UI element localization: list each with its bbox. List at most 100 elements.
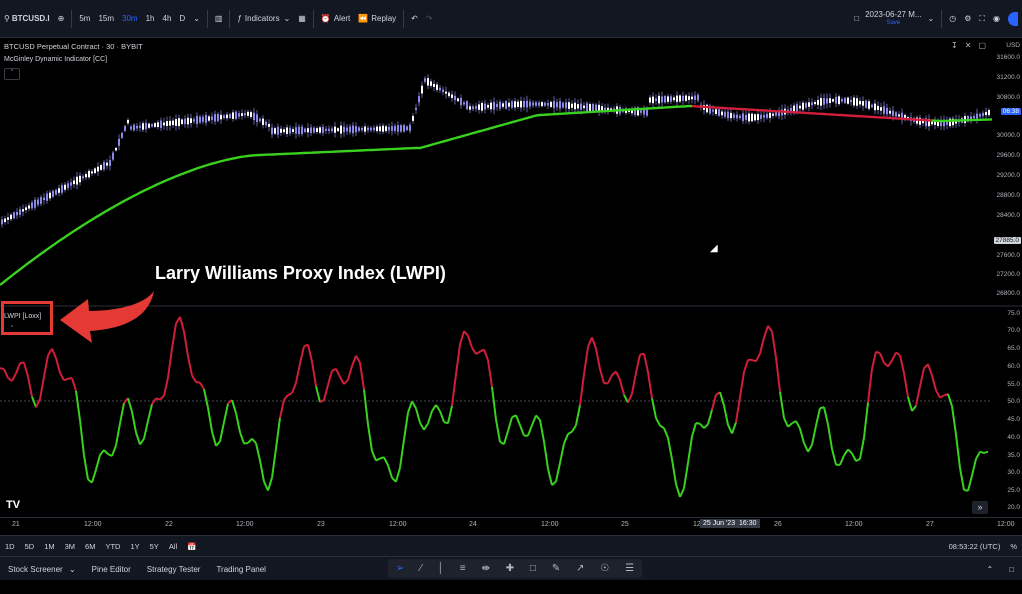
chevron-up-icon: ⌃ bbox=[986, 564, 994, 574]
lwpi-segment bbox=[39, 376, 45, 400]
collapse-legend-button[interactable]: ˆ bbox=[4, 68, 20, 80]
range-3m[interactable]: 3M bbox=[60, 542, 80, 551]
candle bbox=[676, 95, 678, 102]
alert-button[interactable]: ⏰ Alert bbox=[317, 0, 354, 37]
lwpi-segment bbox=[659, 424, 665, 429]
percent-toggle[interactable]: % bbox=[1005, 542, 1022, 551]
indicator-legend-mcginley[interactable]: McGinley Dynamic Indicator [CC] bbox=[4, 56, 107, 63]
lwpi-segment bbox=[723, 405, 729, 426]
lwpi-segment bbox=[199, 382, 205, 390]
lwpi-segment bbox=[763, 325, 769, 338]
timeframe-5m[interactable]: 5m bbox=[75, 0, 94, 37]
range-ytd[interactable]: YTD bbox=[100, 542, 125, 551]
candle bbox=[430, 81, 432, 86]
candle bbox=[511, 101, 513, 108]
indicators-button[interactable]: ƒ Indicators ⌄ bbox=[233, 0, 294, 37]
snapshot-button[interactable]: ◉ bbox=[989, 0, 1004, 37]
tab-stock-screener[interactable]: Stock Screener ⌄ bbox=[0, 565, 84, 574]
fullscreen-button[interactable]: ⛶ bbox=[975, 0, 989, 37]
close-icon[interactable]: ✕ bbox=[965, 41, 972, 50]
alarm-clock-icon: ⏰ bbox=[320, 14, 331, 23]
rectangle-icon[interactable]: □ bbox=[530, 563, 536, 574]
chart-type-button[interactable]: ▥ bbox=[211, 0, 227, 37]
chart-area[interactable]: BTCUSD Perpetual Contract · 30 · BYBIT M… bbox=[0, 38, 1022, 517]
redo-button[interactable]: ↷ bbox=[422, 0, 437, 37]
crosshair-time-tag: 25 Jun '23 16:30 bbox=[700, 519, 760, 528]
candle bbox=[361, 127, 363, 131]
lwpi-segment bbox=[567, 430, 573, 435]
timeframe-dropdown[interactable]: ⌄ bbox=[189, 0, 204, 37]
candle bbox=[286, 127, 288, 134]
range-1y[interactable]: 1Y bbox=[125, 542, 144, 551]
lwpi-segment bbox=[955, 434, 961, 469]
arrow-down-icon[interactable]: ↧ bbox=[951, 41, 958, 50]
timeframe-30m[interactable]: 30m bbox=[118, 0, 142, 37]
lwpi-segment bbox=[395, 467, 401, 483]
range-5d[interactable]: 5D bbox=[20, 542, 40, 551]
timeframe-1h[interactable]: 1h bbox=[142, 0, 159, 37]
lwpi-segment bbox=[907, 396, 913, 412]
chevron-down-icon: ⌄ bbox=[927, 14, 935, 23]
lwpi-segment bbox=[891, 352, 897, 361]
undo-button[interactable]: ↶ bbox=[407, 0, 422, 37]
timeframe-15m[interactable]: 15m bbox=[94, 0, 118, 37]
chevron-up-icon: ˆ bbox=[10, 70, 14, 77]
chevron-down-icon: ⌄ bbox=[68, 564, 76, 574]
maximize-panel-button[interactable]: □ bbox=[1001, 565, 1022, 574]
replay-button[interactable]: ⏪ Replay bbox=[354, 0, 400, 37]
candle bbox=[49, 192, 51, 199]
settings-button[interactable]: ⚙ bbox=[960, 0, 975, 37]
timeframe-d[interactable]: D bbox=[175, 0, 189, 37]
candle bbox=[487, 104, 489, 108]
range-1m[interactable]: 1M bbox=[39, 542, 59, 551]
tab-strategy-tester[interactable]: Strategy Tester bbox=[139, 565, 209, 574]
trendline-icon[interactable]: ∕ bbox=[420, 563, 422, 574]
vertical-line-icon[interactable]: │ bbox=[438, 563, 444, 574]
price-tick: 27200.0 bbox=[996, 271, 1021, 278]
publish-button[interactable] bbox=[1004, 0, 1022, 37]
scroll-right-button[interactable]: » bbox=[972, 501, 988, 514]
currency-label[interactable]: USD bbox=[1006, 42, 1020, 49]
candle bbox=[433, 83, 435, 87]
cursor-icon[interactable]: ➢ bbox=[396, 563, 404, 574]
range-5y[interactable]: 5Y bbox=[145, 542, 164, 551]
timeframe-4h[interactable]: 4h bbox=[159, 0, 176, 37]
quick-search-button[interactable]: ◷ bbox=[945, 0, 960, 37]
utc-clock[interactable]: 08:53:22 (UTC) bbox=[944, 542, 1006, 551]
candle bbox=[484, 103, 486, 110]
candle bbox=[592, 103, 594, 112]
candle bbox=[745, 114, 747, 120]
chart-canvas[interactable] bbox=[0, 38, 1022, 517]
candle bbox=[460, 97, 462, 106]
candle bbox=[769, 112, 771, 118]
candle bbox=[307, 128, 309, 133]
brush-icon[interactable]: ✎ bbox=[552, 563, 560, 574]
maximize-icon[interactable]: ▢ bbox=[978, 41, 986, 50]
layouts-button[interactable]: ▦ bbox=[294, 0, 310, 37]
crosshair-icon[interactable]: ✚ bbox=[506, 563, 514, 574]
layout-select[interactable]: □ 2023-06-27 M... Save ⌄ bbox=[850, 0, 938, 37]
ray-icon[interactable]: ↗ bbox=[576, 563, 584, 574]
candle bbox=[445, 91, 447, 94]
tab-pine-editor[interactable]: Pine Editor bbox=[84, 565, 139, 574]
compare-button[interactable]: ⊕ bbox=[54, 0, 69, 37]
time-scale[interactable]: 21 12:00 22 12:00 23 12:00 24 12:00 25 1… bbox=[0, 517, 1022, 536]
range-all[interactable]: All bbox=[164, 542, 182, 551]
pattern-icon[interactable]: ☉ bbox=[600, 563, 609, 574]
range-1d[interactable]: 1D bbox=[0, 542, 20, 551]
lwpi-segment bbox=[647, 371, 653, 399]
candle bbox=[382, 125, 384, 132]
tab-trading-panel[interactable]: Trading Panel bbox=[208, 565, 274, 574]
range-6m[interactable]: 6M bbox=[80, 542, 100, 551]
fib-icon[interactable]: ☰ bbox=[625, 563, 634, 574]
candle bbox=[148, 123, 150, 128]
channel-icon[interactable]: ⇼ bbox=[481, 563, 489, 574]
price-scale[interactable]: USD 31600.0 31200.0 30800.0 30000.0 2960… bbox=[992, 38, 1022, 517]
lwpi-segment bbox=[607, 374, 613, 384]
collapse-panel-button[interactable]: ⌃ bbox=[978, 565, 1001, 574]
mouse-cursor-icon: ◢ bbox=[710, 243, 718, 254]
candle bbox=[394, 126, 396, 131]
pitchfork-icon[interactable]: ≡ bbox=[460, 563, 466, 574]
goto-date-button[interactable]: 📅 bbox=[182, 542, 201, 551]
symbol-search[interactable]: ⚲ BTCUSD.I bbox=[0, 0, 54, 37]
